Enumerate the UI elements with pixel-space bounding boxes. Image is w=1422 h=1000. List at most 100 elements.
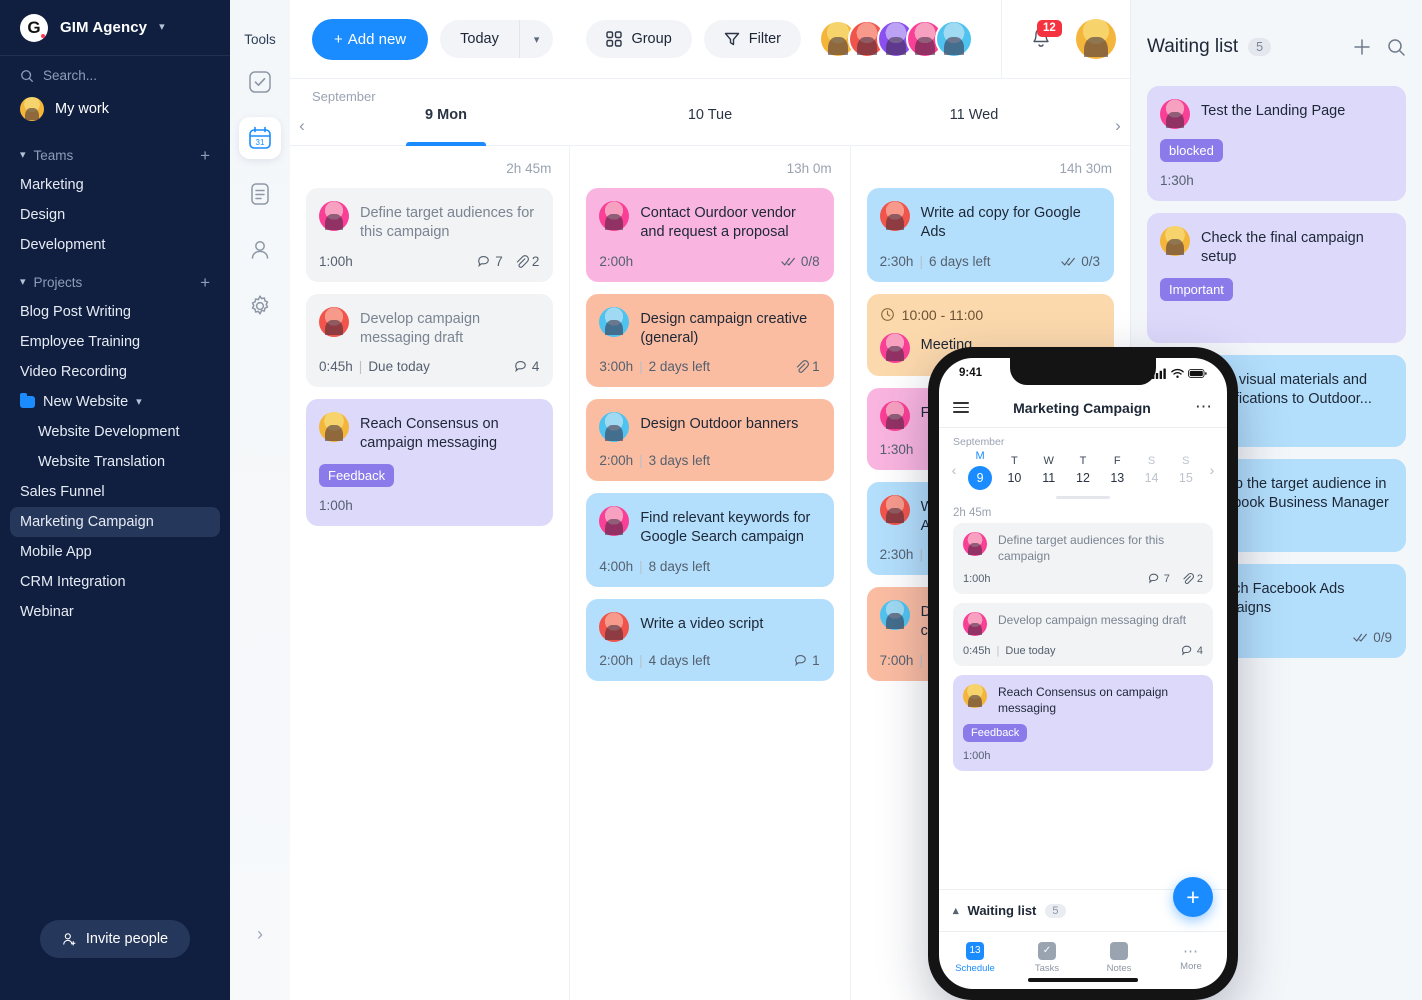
tab-schedule[interactable]: 13 Schedule bbox=[939, 941, 1011, 974]
phone-day-15[interactable]: S 15 bbox=[1169, 455, 1203, 485]
card-header: Reach Consensus on campaign messaging bbox=[319, 412, 539, 454]
sidebar-item-new-website[interactable]: New Website ▾ bbox=[0, 387, 230, 417]
home-indicator bbox=[1028, 978, 1138, 982]
team-label: Marketing bbox=[20, 177, 84, 193]
task-duration: 1:00h bbox=[319, 497, 353, 513]
phone-task-card[interactable]: Reach Consensus on campaign messaging Fe… bbox=[953, 675, 1213, 772]
task-card[interactable]: Design campaign creative (general) 3:00h… bbox=[586, 293, 834, 388]
day-of-week: W bbox=[1043, 455, 1054, 467]
sidebar-search[interactable]: Search... bbox=[0, 56, 230, 89]
paperclip-icon bbox=[796, 360, 810, 373]
phone-day-10[interactable]: T 10 bbox=[997, 455, 1031, 485]
tab-notes[interactable]: Notes bbox=[1083, 941, 1155, 974]
task-card[interactable]: Develop campaign messaging draft 0:45h |… bbox=[306, 293, 554, 388]
day-column-9-mon: 2h 45m Define target audiences for this … bbox=[290, 146, 571, 1000]
check-square-icon bbox=[249, 71, 271, 93]
user-avatar[interactable] bbox=[1076, 19, 1116, 59]
phone-day-11[interactable]: W 11 bbox=[1032, 455, 1066, 485]
plus-icon: + bbox=[334, 30, 343, 48]
workspace-switcher[interactable]: G GIM Agency ▾ bbox=[0, 0, 230, 56]
member-avatars[interactable] bbox=[819, 20, 973, 58]
task-card[interactable]: Reach Consensus on campaign messaging Fe… bbox=[306, 399, 554, 526]
next-day-button[interactable]: › bbox=[1106, 107, 1130, 145]
sidebar-item-sales-funnel[interactable]: Sales Funnel bbox=[0, 477, 230, 507]
double-check-icon bbox=[1353, 633, 1368, 642]
meta-separator: | bbox=[919, 253, 923, 269]
add-project-button[interactable]: + bbox=[200, 274, 210, 291]
invite-people-button[interactable]: Invite people bbox=[39, 920, 191, 958]
phone-day-13[interactable]: F 13 bbox=[1100, 455, 1134, 485]
sidebar-item-website-development[interactable]: Website Development bbox=[0, 417, 230, 447]
day-tab-9-mon[interactable]: 9 Mon bbox=[314, 107, 578, 145]
phone-day-14[interactable]: S 14 bbox=[1134, 455, 1168, 485]
tool-notes-button[interactable] bbox=[239, 173, 281, 215]
svg-text:31: 31 bbox=[256, 138, 265, 147]
tool-tasks-button[interactable] bbox=[239, 61, 281, 103]
phone-day-9[interactable]: M 9 bbox=[963, 450, 997, 490]
avatar bbox=[963, 684, 987, 709]
sidebar-item-design[interactable]: Design bbox=[0, 200, 230, 230]
sidebar-item-crm-integration[interactable]: CRM Integration bbox=[0, 567, 230, 597]
card-header: Design Outdoor banners bbox=[599, 412, 819, 443]
task-card[interactable]: Find relevant keywords for Google Search… bbox=[586, 493, 834, 587]
task-card[interactable]: Define target audiences for this campaig… bbox=[306, 188, 554, 282]
filter-label: Filter bbox=[748, 31, 781, 47]
task-duration: 0:45h bbox=[963, 644, 991, 657]
chevron-down-icon[interactable]: ▾ bbox=[518, 20, 554, 58]
prev-day-button[interactable]: ‹ bbox=[290, 107, 314, 145]
phone-title: Marketing Campaign bbox=[1013, 399, 1151, 416]
tab-tasks[interactable]: ✓ Tasks bbox=[1011, 941, 1083, 974]
add-icon[interactable] bbox=[1352, 37, 1372, 57]
task-card[interactable]: Contact Ourdoor vendor and request a pro… bbox=[586, 188, 834, 282]
status-time: 9:41 bbox=[959, 367, 983, 379]
day-tabs: ‹ 9 Mon 10 Tue 11 Wed › bbox=[290, 107, 1130, 145]
sidebar-item-development[interactable]: Development bbox=[0, 230, 230, 260]
waiting-card[interactable]: Test the Landing Page blocked 1:30h bbox=[1147, 86, 1406, 201]
avatar[interactable] bbox=[935, 20, 973, 58]
add-new-button[interactable]: + Add new bbox=[312, 18, 429, 60]
phone-next-week-button[interactable]: › bbox=[1203, 462, 1221, 478]
sidebar-item-website-translation[interactable]: Website Translation bbox=[0, 447, 230, 477]
tool-people-button[interactable] bbox=[239, 229, 281, 271]
phone-day-12[interactable]: T 12 bbox=[1066, 455, 1100, 485]
add-team-button[interactable]: + bbox=[200, 147, 210, 164]
projects-section-header[interactable]: ▾ Projects + bbox=[0, 260, 230, 297]
sidebar-item-employee-training[interactable]: Employee Training bbox=[0, 327, 230, 357]
teams-section-header[interactable]: ▾ Teams + bbox=[0, 133, 230, 170]
phone-task-card[interactable]: Define target audiences for this campaig… bbox=[953, 523, 1213, 595]
day-of-month: 11 bbox=[1042, 471, 1056, 485]
sidebar-item-marketing-campaign[interactable]: Marketing Campaign bbox=[10, 507, 220, 537]
sidebar-item-blog-post-writing[interactable]: Blog Post Writing bbox=[0, 297, 230, 327]
filter-button[interactable]: Filter bbox=[703, 20, 801, 58]
task-card[interactable]: Write a video script 2:00h | 4 days left… bbox=[586, 598, 834, 681]
sidebar-item-video-recording[interactable]: Video Recording bbox=[0, 357, 230, 387]
today-button[interactable]: Today bbox=[440, 20, 519, 58]
sidebar-item-webinar[interactable]: Webinar bbox=[0, 597, 230, 627]
project-label: Employee Training bbox=[20, 334, 141, 350]
sidebar-item-mobile-app[interactable]: Mobile App bbox=[0, 537, 230, 567]
notifications-button[interactable]: 12 bbox=[1028, 20, 1062, 54]
phone-prev-week-button[interactable]: ‹ bbox=[945, 462, 963, 478]
group-button[interactable]: Group bbox=[586, 20, 692, 58]
day-tab-11-wed[interactable]: 11 Wed bbox=[842, 107, 1106, 145]
phone-task-card[interactable]: Develop campaign messaging draft 0:45h |… bbox=[953, 603, 1213, 667]
day-tab-10-tue[interactable]: 10 Tue bbox=[578, 107, 842, 145]
avatar bbox=[319, 201, 349, 231]
task-card[interactable]: Design Outdoor banners 2:00h | 3 days le… bbox=[586, 399, 834, 482]
tool-calendar-button[interactable]: 31 bbox=[239, 117, 281, 159]
search-icon[interactable] bbox=[1386, 37, 1406, 57]
sidebar-item-my-work[interactable]: My work bbox=[0, 89, 230, 133]
menu-icon[interactable] bbox=[953, 402, 969, 413]
card-meta: 1:00h 7 2 bbox=[319, 254, 539, 269]
tab-more[interactable]: ⋯ More bbox=[1155, 943, 1227, 972]
expand-sidebar-button[interactable]: › bbox=[230, 924, 290, 945]
waiting-card[interactable]: Check the final campaign setup Important bbox=[1147, 213, 1406, 343]
task-card[interactable]: Write ad copy for Google Ads 2:30h | 6 d… bbox=[866, 188, 1114, 282]
tool-settings-button[interactable] bbox=[239, 285, 281, 327]
more-options-icon[interactable]: ⋯ bbox=[1195, 398, 1213, 415]
add-task-fab[interactable]: + bbox=[1173, 877, 1213, 917]
project-label: Website Translation bbox=[38, 454, 166, 470]
task-duration: 3:00h bbox=[599, 359, 634, 375]
sidebar-item-marketing[interactable]: Marketing bbox=[0, 170, 230, 200]
wifi-icon bbox=[1171, 368, 1184, 378]
